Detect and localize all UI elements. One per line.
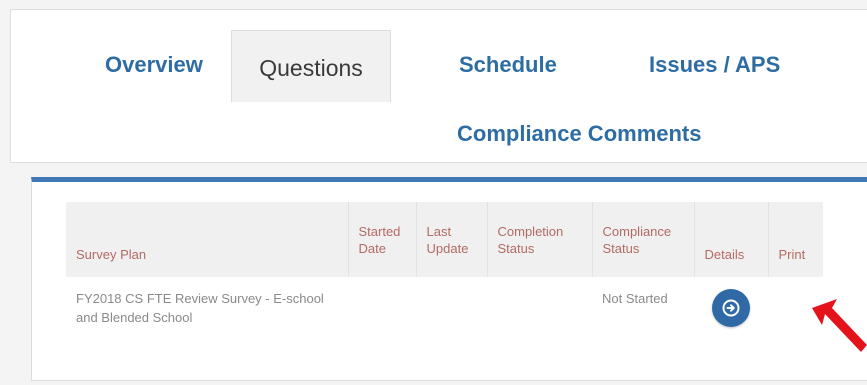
tab-questions[interactable]: Questions [231,30,391,102]
survey-card: Survey Plan Started Date Last Update Com… [31,177,867,381]
cell-compliance-status: Not Started [602,291,668,306]
column-header-details[interactable]: Details [694,202,769,277]
cell-details [694,277,768,337]
page: Overview Questions Schedule Issues / APS… [0,0,867,385]
table-header-row: Survey Plan Started Date Last Update Com… [66,202,823,277]
cell-started-date [348,277,416,337]
column-header-survey-plan[interactable]: Survey Plan [66,202,349,277]
column-header-completion-status[interactable]: Completion Status [487,202,593,277]
red-arrow-icon [812,299,867,352]
tab-schedule[interactable]: Schedule [459,52,557,78]
cell-survey-plan: FY2018 CS FTE Review Survey - E-school a… [76,291,324,325]
tabs-panel: Overview Questions Schedule Issues / APS… [10,9,867,163]
cell-last-update [416,277,487,337]
details-button[interactable] [712,289,750,327]
column-header-started-date[interactable]: Started Date [348,202,417,277]
table-row: FY2018 CS FTE Review Survey - E-school a… [66,277,823,337]
column-header-compliance-status[interactable]: Compliance Status [592,202,695,277]
column-header-last-update[interactable]: Last Update [416,202,488,277]
survey-table: Survey Plan Started Date Last Update Com… [66,202,823,337]
circle-arrow-right-icon [722,299,740,317]
tab-compliance-comments[interactable]: Compliance Comments [457,121,702,147]
column-header-print[interactable]: Print [768,202,823,277]
cell-completion-status [487,277,592,337]
tab-issues-aps[interactable]: Issues / APS [649,52,780,78]
tab-overview[interactable]: Overview [105,52,203,78]
